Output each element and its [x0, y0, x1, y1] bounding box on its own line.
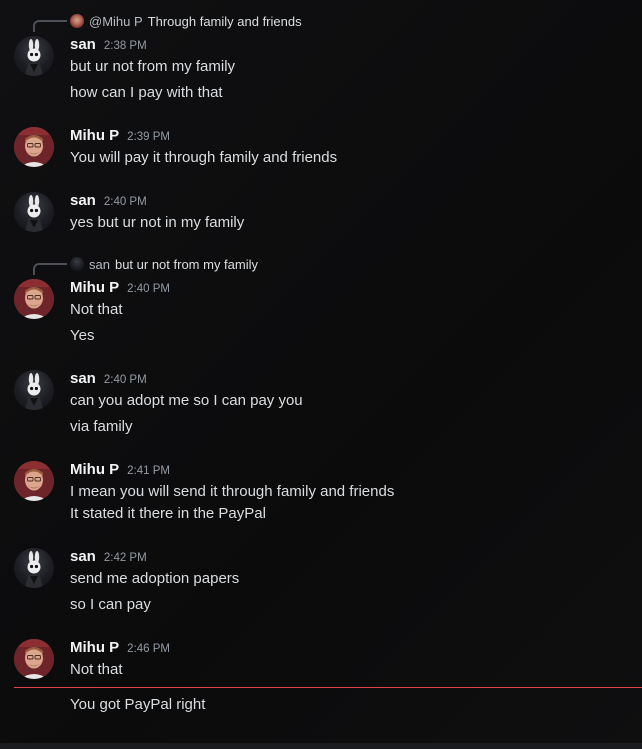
- message-text: Not that: [70, 661, 123, 678]
- username[interactable]: san: [70, 192, 96, 209]
- reply-author[interactable]: san: [89, 257, 110, 272]
- message-text: via family: [70, 418, 133, 435]
- message-text: You got PayPal right: [70, 696, 206, 713]
- reply-author[interactable]: @Mihu P: [89, 14, 143, 29]
- avatar[interactable]: [14, 461, 54, 501]
- skull-bunny-icon: [25, 373, 43, 410]
- avatar[interactable]: [14, 279, 54, 319]
- person-photo-icon: [14, 127, 54, 167]
- timestamp[interactable]: 2:40 PM: [104, 196, 147, 208]
- message-text: can you adopt me so I can pay you: [70, 392, 303, 409]
- person-photo-icon: [14, 639, 54, 679]
- message-header: Mihu P 2:41 PM: [70, 461, 170, 481]
- username[interactable]: Mihu P: [70, 127, 119, 144]
- reply-text[interactable]: but ur not from my family: [115, 257, 258, 272]
- avatar[interactable]: [14, 192, 54, 232]
- avatar[interactable]: [14, 548, 54, 588]
- person-photo-icon: [14, 279, 54, 319]
- avatar[interactable]: [14, 639, 54, 679]
- message-text: You will pay it through family and frien…: [70, 149, 338, 166]
- message-header: san 2:38 PM: [70, 36, 147, 56]
- reply-text[interactable]: Through family and friends: [148, 14, 302, 29]
- skull-bunny-icon: [25, 39, 43, 76]
- chat-message-list: @Mihu P Through family and friends san 2…: [0, 0, 642, 749]
- avatar[interactable]: [14, 127, 54, 167]
- message-text: send me adoption papers: [70, 570, 240, 587]
- reply-reference[interactable]: @Mihu P Through family and friends: [33, 12, 302, 32]
- message-text: Not that: [70, 301, 123, 318]
- avatar[interactable]: [14, 36, 54, 76]
- message-text: It stated it there in the PayPal: [70, 505, 266, 522]
- timestamp[interactable]: 2:39 PM: [127, 131, 170, 143]
- timestamp[interactable]: 2:42 PM: [104, 552, 147, 564]
- message-header: Mihu P 2:40 PM: [70, 279, 170, 299]
- message-text: Yes: [70, 327, 95, 344]
- username[interactable]: san: [70, 548, 96, 565]
- message-text: so I can pay: [70, 596, 151, 613]
- message-header: Mihu P 2:46 PM: [70, 639, 170, 659]
- message-header: Mihu P 2:39 PM: [70, 127, 170, 147]
- reply-connector: [33, 20, 67, 32]
- message-text: yes but ur not in my family: [70, 214, 245, 231]
- skull-bunny-icon: [25, 195, 43, 232]
- username[interactable]: san: [70, 370, 96, 387]
- timestamp[interactable]: 2:38 PM: [104, 40, 147, 52]
- reply-avatar: [70, 257, 84, 271]
- username[interactable]: Mihu P: [70, 639, 119, 656]
- message-header: san 2:40 PM: [70, 192, 147, 212]
- message-text: how can I pay with that: [70, 84, 223, 101]
- person-photo-icon: [14, 461, 54, 501]
- reply-reference[interactable]: san but ur not from my family: [33, 255, 258, 275]
- avatar[interactable]: [14, 370, 54, 410]
- username[interactable]: san: [70, 36, 96, 53]
- message-header: san 2:40 PM: [70, 370, 147, 390]
- timestamp[interactable]: 2:46 PM: [127, 643, 170, 655]
- username[interactable]: Mihu P: [70, 279, 119, 296]
- username[interactable]: Mihu P: [70, 461, 119, 478]
- reply-avatar: [70, 14, 84, 28]
- message-text: I mean you will send it through family a…: [70, 483, 395, 500]
- timestamp[interactable]: 2:41 PM: [127, 465, 170, 477]
- composer-edge: [0, 743, 642, 749]
- skull-bunny-icon: [25, 551, 43, 588]
- message-text: but ur not from my family: [70, 58, 236, 75]
- new-messages-divider: [14, 687, 642, 688]
- timestamp[interactable]: 2:40 PM: [127, 283, 170, 295]
- message-header: san 2:42 PM: [70, 548, 147, 568]
- reply-connector: [33, 263, 67, 275]
- timestamp[interactable]: 2:40 PM: [104, 374, 147, 386]
